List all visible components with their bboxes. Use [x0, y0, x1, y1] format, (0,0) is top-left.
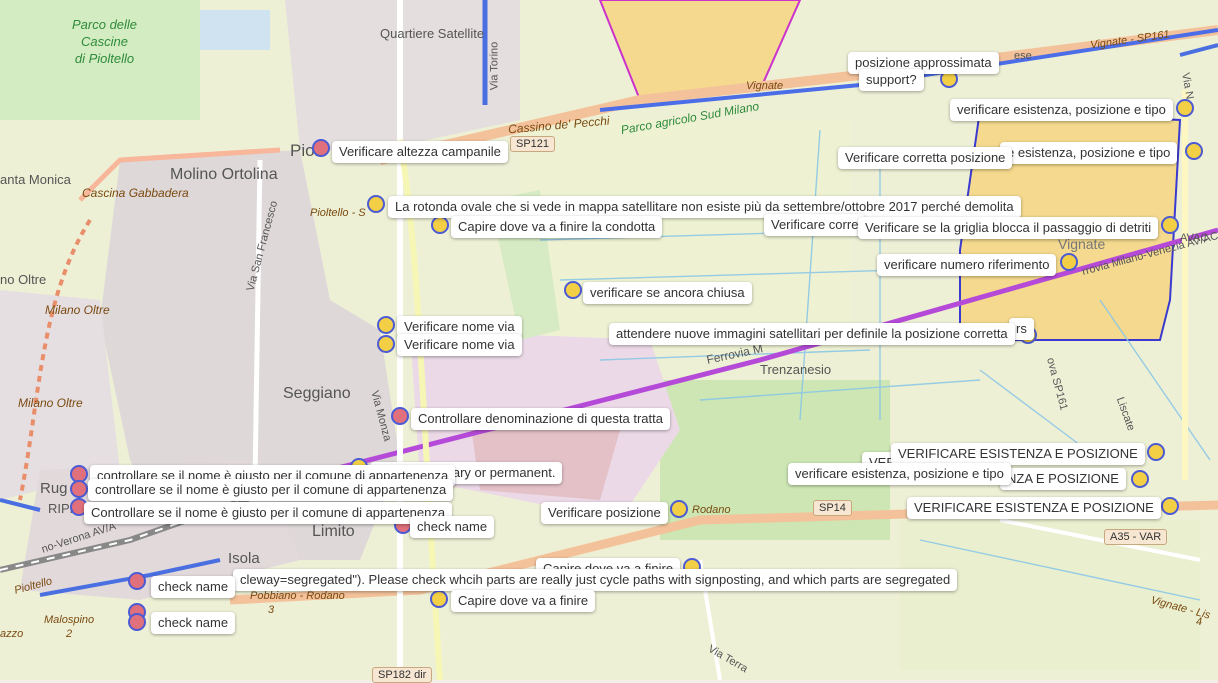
note-tooltip[interactable]: Verificare nome via [397, 334, 522, 356]
note-tooltip[interactable]: NZA E POSIZIONE [1000, 468, 1126, 490]
map-label: no Oltre [0, 272, 47, 287]
road-shield: SP121 [510, 136, 556, 152]
map-label: Pobbiano - Rodano [250, 590, 345, 602]
map-label: Via Torino [488, 41, 501, 91]
note-marker[interactable] [1161, 497, 1179, 515]
road-shield: SP182 dir [372, 667, 433, 683]
note-tooltip[interactable]: Verificare corretta posizione [838, 147, 1013, 169]
note-tooltip[interactable]: attendere nuove immagini satellitari per… [609, 323, 1015, 345]
map-label: Isola [228, 550, 260, 567]
note-marker[interactable] [128, 613, 146, 631]
note-tooltip[interactable]: Controllare se il nome è giusto per il c… [84, 502, 453, 524]
map-label: Rug [40, 480, 68, 497]
note-tooltip[interactable]: Capire dove va a finire [451, 590, 596, 612]
note-marker[interactable] [670, 500, 688, 518]
map-label: Cascina Gabbadera [82, 186, 189, 200]
note-tooltip[interactable]: Verificare altezza campanile [332, 141, 508, 163]
map-label: 4 [1196, 616, 1203, 628]
map-label: Seggiano [283, 385, 351, 402]
map-label: Malospino [44, 614, 95, 626]
note-marker[interactable] [128, 572, 146, 590]
map-label: Vignate [746, 80, 784, 92]
note-marker[interactable] [1185, 142, 1203, 160]
note-tooltip[interactable]: check name [151, 576, 236, 598]
note-tooltip[interactable]: Verificare posizione [541, 502, 668, 524]
note-tooltip[interactable]: controllare se il nome è giusto per il c… [88, 479, 454, 501]
map-label: anta Monica [0, 172, 71, 187]
note-marker[interactable] [312, 139, 330, 157]
note-tooltip[interactable]: La rotonda ovale che si vede in mappa sa… [388, 196, 1021, 218]
note-marker[interactable] [70, 480, 88, 498]
note-tooltip[interactable]: verificare numero riferimento [877, 254, 1057, 276]
map-label: ese [1014, 50, 1032, 62]
note-marker[interactable] [1131, 470, 1149, 488]
note-tooltip[interactable]: support? [859, 69, 924, 91]
map-label: Quartiere Satellite [380, 26, 485, 41]
note-marker[interactable] [430, 590, 448, 608]
note-tooltip[interactable]: verificare esistenza, posizione e tipo [950, 99, 1173, 121]
note-marker[interactable] [431, 216, 449, 234]
note-tooltip[interactable]: cleway=segregated"). Please check whcih … [233, 569, 958, 591]
note-marker[interactable] [377, 335, 395, 353]
road-shield: SP14 [813, 500, 852, 516]
note-tooltip[interactable]: VERIFICARE ESISTENZA E POSIZIONE [891, 443, 1145, 465]
note-marker[interactable] [1161, 216, 1179, 234]
note-tooltip[interactable]: check name [410, 516, 495, 538]
note-marker[interactable] [1147, 443, 1165, 461]
note-tooltip[interactable]: VERIFICARE ESISTENZA E POSIZIONE [907, 497, 1161, 519]
map-label: Limito [312, 523, 355, 540]
note-marker[interactable] [391, 407, 409, 425]
map-label: Milano Oltre [45, 303, 110, 317]
map-label: azzo [0, 628, 24, 640]
note-marker[interactable] [377, 316, 395, 334]
note-tooltip[interactable]: verificare se ancora chiusa [583, 282, 752, 304]
map-label: Trenzanesio [760, 362, 832, 377]
note-tooltip[interactable]: check name [151, 612, 236, 634]
note-marker[interactable] [564, 281, 582, 299]
map-label: AVAC [1180, 232, 1209, 244]
note-tooltip[interactable]: verificare esistenza, posizione e tipo [788, 463, 1011, 485]
map-label: Milano Oltre [18, 396, 83, 410]
note-marker[interactable] [1176, 99, 1194, 117]
note-tooltip[interactable]: Controllare denominazione di questa trat… [411, 408, 670, 430]
map-label: 3 [268, 604, 275, 616]
map-label: Molino Ortolina [170, 166, 278, 183]
note-tooltip[interactable]: Capire dove va a finire la condotta [451, 216, 663, 238]
map-label: 2 [66, 628, 73, 640]
note-tooltip[interactable]: e esistenza, posizione e tipo [1000, 142, 1178, 164]
note-marker[interactable] [367, 195, 385, 213]
note-tooltip[interactable]: Verificare corre [764, 214, 866, 236]
map-label: Rodano [692, 504, 731, 516]
map-label: Parco delle Cascine di Pioltello [72, 17, 138, 66]
note-tooltip[interactable]: Verificare se la griglia blocca il passa… [858, 217, 1159, 239]
map-label: Pioltello - S [310, 207, 366, 219]
note-marker[interactable] [1060, 253, 1078, 271]
road-shield: A35 - VAR [1104, 529, 1168, 545]
